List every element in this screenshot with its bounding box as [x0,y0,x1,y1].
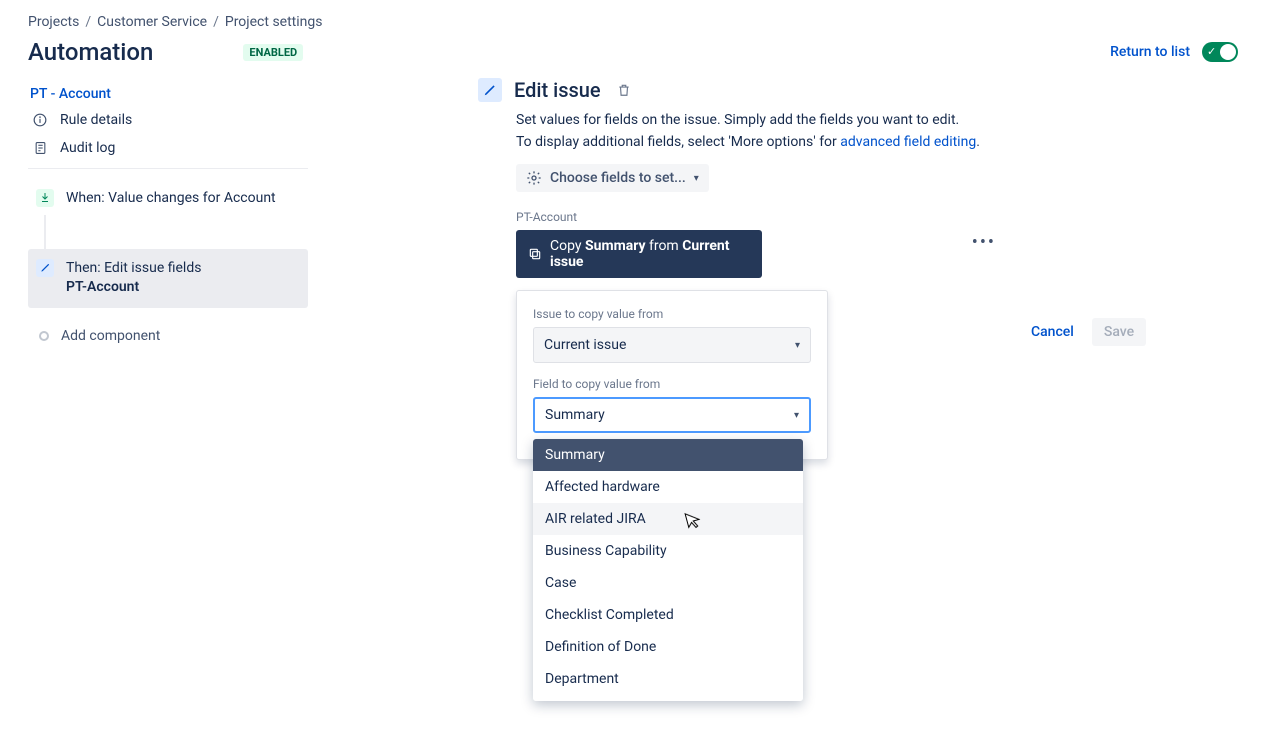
panel-description-1: Set values for fields on the issue. Simp… [516,112,1238,128]
copy-icon [528,247,542,261]
header: Automation ENABLED Return to list ✓ [0,30,1266,66]
advanced-field-editing-link[interactable]: advanced field editing [840,134,976,150]
panel-description-2: To display additional fields, select 'Mo… [516,134,1238,150]
toggle-knob [1220,44,1236,60]
enabled-badge: ENABLED [243,44,303,61]
trigger-prefix: When: [66,190,108,206]
breadcrumb-sep: / [85,14,91,30]
copy-field: Summary [585,238,646,254]
field-copy-label: Field to copy value from [533,377,811,391]
breadcrumb: Projects / Customer Service / Project se… [0,0,1266,30]
action-prefix: Then: [66,260,104,276]
return-to-list-link[interactable]: Return to list [1110,44,1190,60]
divider [28,168,308,169]
pencil-icon [36,259,54,277]
field-copy-value: Summary [545,407,605,423]
main-panel: Edit issue Set values for fields on the … [328,78,1238,460]
rule-enabled-toggle[interactable]: ✓ [1202,42,1238,62]
cancel-button[interactable]: Cancel [1021,318,1084,346]
flow-node-action[interactable]: Then: Edit issue fields PT-Account [28,249,308,308]
option-epic-name[interactable]: Epic Name [533,695,803,701]
flow-node-trigger[interactable]: When: Value changes for Account [28,179,308,219]
option-summary[interactable]: Summary [533,439,803,471]
option-affected-hardware[interactable]: Affected hardware [533,471,803,503]
rule-name[interactable]: PT - Account [28,78,308,106]
pencil-icon [478,78,502,102]
add-component-label: Add component [61,328,160,344]
breadcrumb-projects[interactable]: Projects [28,14,79,30]
option-case[interactable]: Case [533,567,803,599]
action-subtext: PT-Account [66,278,300,298]
field-section-label: PT-Account [516,210,996,224]
breadcrumb-project-settings[interactable]: Project settings [225,14,323,30]
copy-config-card: Issue to copy value from Current issue ▾… [516,290,828,460]
issue-copy-value: Current issue [544,337,626,353]
option-air-related-jira[interactable]: AIR related JIRA [533,503,803,535]
info-icon [32,113,48,127]
panel-title: Edit issue [514,78,601,102]
action-text: Edit issue fields [104,260,201,276]
sidebar-item-audit-log[interactable]: Audit log [28,134,308,162]
copy-prefix: Copy [550,238,585,254]
field-options-list[interactable]: Summary Affected hardware AIR related JI… [533,439,803,701]
more-options-icon[interactable]: ••• [972,232,996,253]
delete-icon[interactable] [617,83,631,97]
option-checklist-completed[interactable]: Checklist Completed [533,599,803,631]
sidebar: PT - Account Rule details Audit log When… [28,78,308,460]
breadcrumb-sep: / [213,14,219,30]
choose-fields-button[interactable]: Choose fields to set... ▾ [516,164,709,192]
option-definition-of-done[interactable]: Definition of Done [533,631,803,663]
choose-fields-label: Choose fields to set... [550,170,686,186]
sidebar-item-label: Rule details [60,112,132,128]
sidebar-item-rule-details[interactable]: Rule details [28,106,308,134]
copy-mid: from [646,238,683,254]
breadcrumb-customer-service[interactable]: Customer Service [97,14,207,30]
add-component-button[interactable]: Add component [28,308,308,350]
issue-copy-label: Issue to copy value from [533,307,811,321]
option-business-capability[interactable]: Business Capability [533,535,803,567]
trigger-icon [36,189,54,207]
trigger-text: Value changes for Account [108,190,275,206]
option-department[interactable]: Department [533,663,803,695]
save-button[interactable]: Save [1092,318,1146,346]
log-icon [32,140,48,156]
add-dot-icon [39,331,49,341]
issue-copy-select[interactable]: Current issue ▾ [533,327,811,363]
chevron-down-icon: ▾ [795,340,800,351]
sidebar-item-label: Audit log [60,140,115,156]
field-copy-select[interactable]: Summary ▾ [533,397,811,433]
copy-summary-chip[interactable]: Copy Summary from Current issue [516,230,762,278]
chevron-down-icon: ▾ [694,173,699,184]
chevron-down-icon: ▾ [794,410,799,421]
check-icon: ✓ [1207,45,1216,59]
page-title: Automation [28,38,153,66]
gear-icon [526,170,542,186]
